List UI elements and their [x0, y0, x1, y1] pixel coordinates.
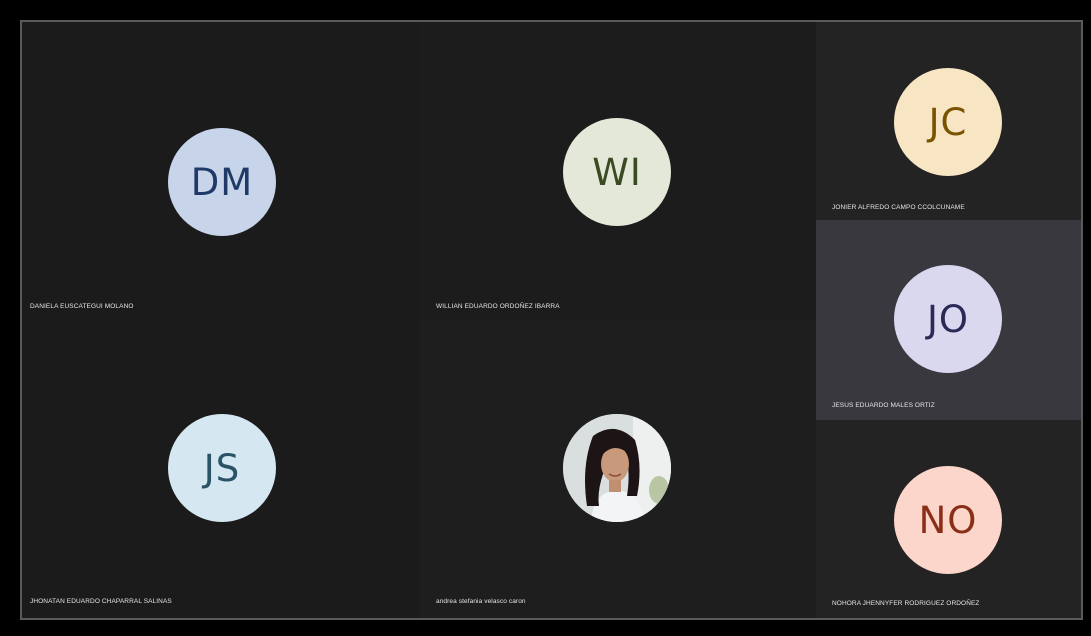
participant-name: JONIER ALFREDO CAMPO CCOLCUNAME — [832, 204, 965, 211]
participant-name: DANIELA EUSCATEGUI MOLANO — [30, 303, 134, 310]
participant-name: JESUS EDUARDO MALES ORTIZ — [832, 402, 935, 409]
participant-tile-jonier[interactable]: JC JONIER ALFREDO CAMPO CCOLCUNAME — [816, 22, 1081, 220]
avatar-initials: NO — [918, 498, 978, 542]
participant-name: JHONATAN EDUARDO CHAPARRAL SALINAS — [30, 598, 172, 605]
participant-tile-nohora[interactable]: NO NOHORA JHENNYFER RODRIGUEZ ORDOÑEZ — [816, 420, 1081, 618]
participant-name: andrea stefania velasco caron — [436, 598, 526, 605]
avatar-initials: DM — [190, 160, 254, 204]
avatar-initials: JS — [203, 446, 241, 490]
participant-avatar: JS — [168, 414, 276, 522]
profile-photo-icon — [563, 414, 671, 522]
participant-avatar: DM — [168, 128, 276, 236]
participant-name: WILLIAN EDUARDO ORDOÑEZ IBARRA — [436, 303, 560, 310]
avatar-initials: JO — [926, 297, 970, 341]
meeting-gallery: DM DANIELA EUSCATEGUI MOLANO WI WILLIAN … — [20, 20, 1083, 620]
participant-tile-willian[interactable]: WI WILLIAN EDUARDO ORDOÑEZ IBARRA — [420, 22, 816, 320]
participant-tile-daniela[interactable]: DM DANIELA EUSCATEGUI MOLANO — [22, 22, 420, 320]
participant-tile-andrea[interactable]: andrea stefania velasco caron — [420, 320, 816, 618]
participant-avatar: NO — [894, 466, 1002, 574]
participant-avatar: WI — [563, 118, 671, 226]
participant-avatar: JC — [894, 68, 1002, 176]
participant-avatar: JO — [894, 265, 1002, 373]
avatar-initials: JC — [928, 100, 968, 144]
participant-name: NOHORA JHENNYFER RODRIGUEZ ORDOÑEZ — [832, 600, 980, 607]
participant-tile-jhonatan[interactable]: JS JHONATAN EDUARDO CHAPARRAL SALINAS — [22, 320, 420, 618]
avatar-initials: WI — [592, 150, 642, 194]
participant-tile-jesus[interactable]: JO JESUS EDUARDO MALES ORTIZ — [816, 220, 1081, 420]
participant-photo — [563, 414, 671, 522]
